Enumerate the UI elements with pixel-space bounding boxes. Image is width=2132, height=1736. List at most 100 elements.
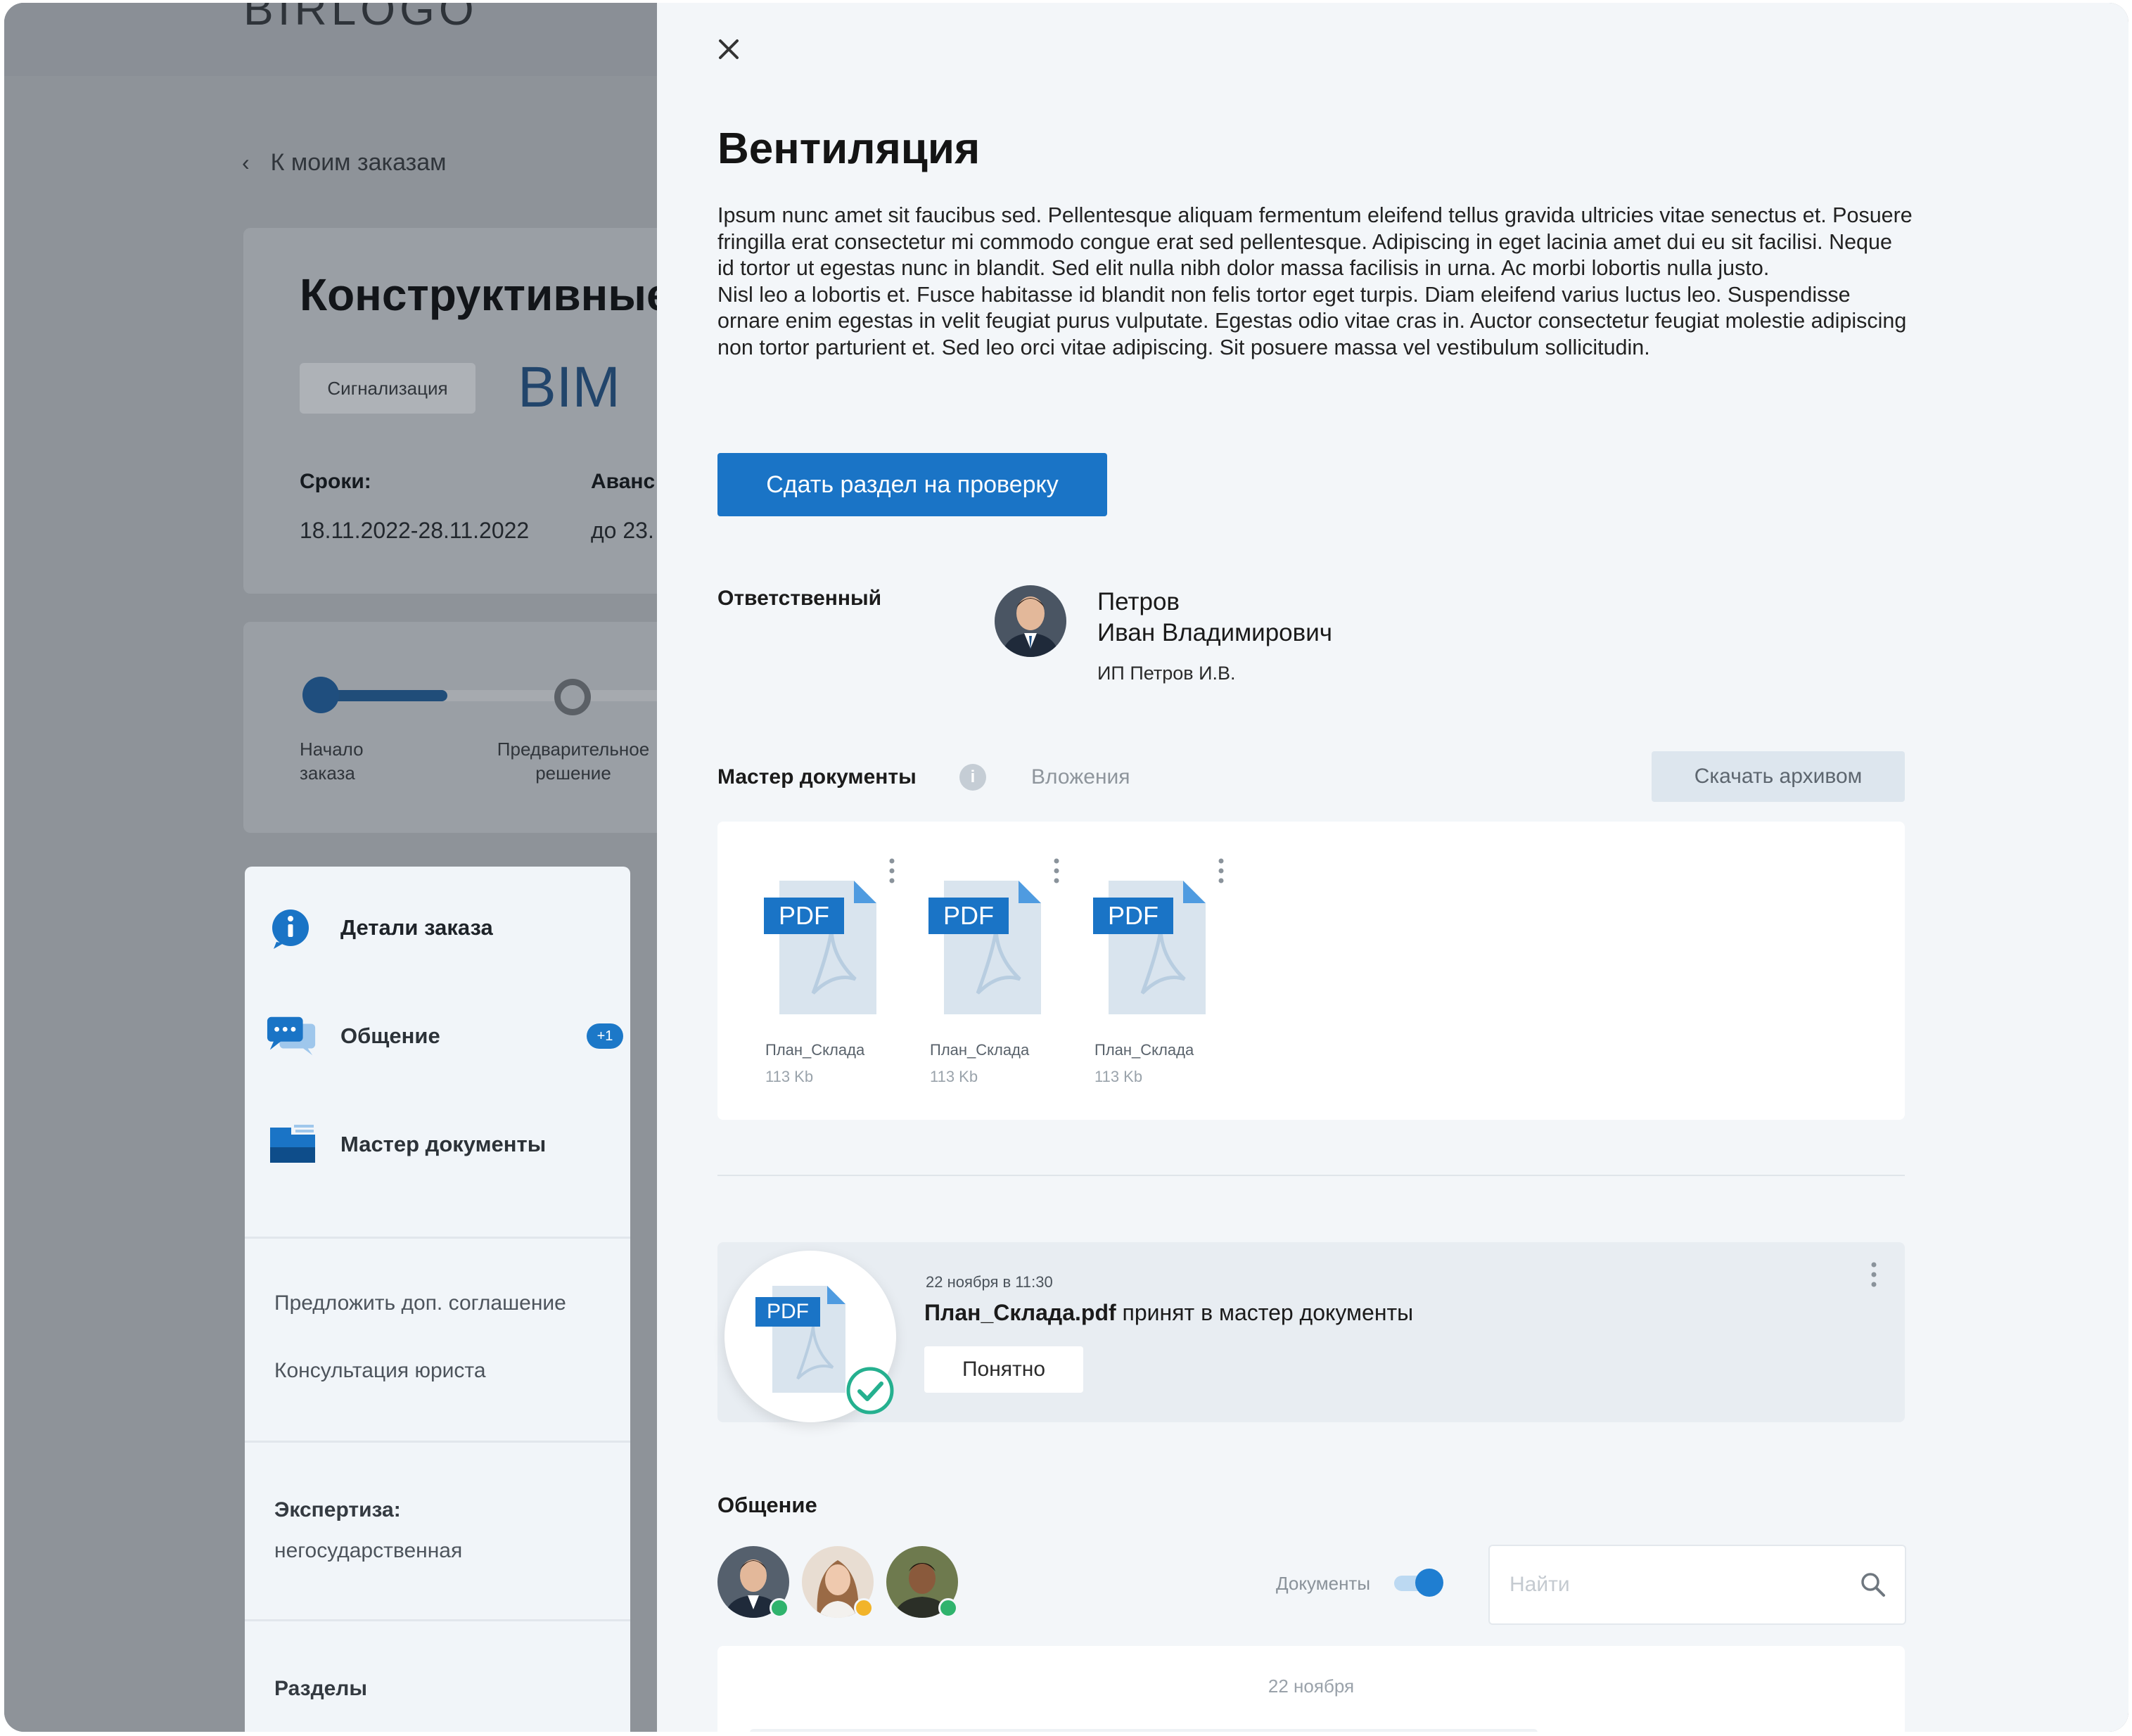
search-input[interactable] [1508, 1567, 1849, 1602]
file-grid: PDF План_Склада 113 Kb PDF План_Склада 1… [717, 822, 1905, 1120]
sidebar-item-label: Мастер документы [340, 1132, 547, 1156]
acknowledge-button[interactable]: Понятно [924, 1346, 1083, 1393]
progress-step-dot-active [302, 677, 339, 713]
download-archive-button[interactable]: Скачать архивом [1652, 751, 1905, 802]
kebab-menu-icon[interactable] [1214, 857, 1228, 885]
terms-label: Сроки: [300, 470, 371, 493]
sidebar-link-extra-agreement[interactable]: Предложить доп. соглашение [274, 1291, 566, 1315]
chat-search [1488, 1545, 1906, 1625]
responsible-name: Петров Иван Владимирович [1097, 587, 1332, 649]
notification-card: PDF 22 ноября в 11:30 План_Склада.pdf пр… [717, 1242, 1905, 1422]
description-paragraph: Ipsum nunc amet sit faucibus sed. Pellen… [717, 203, 1913, 280]
sidebar-link-lawyer[interactable]: Консультация юриста [274, 1359, 486, 1383]
pdf-file-icon: PDF [928, 874, 1051, 1021]
info-icon[interactable]: i [959, 764, 986, 791]
kebab-menu-icon[interactable] [1867, 1260, 1881, 1289]
expertise-label: Экспертиза: [274, 1498, 401, 1521]
online-status-dot [770, 1598, 789, 1618]
progress-card [243, 622, 661, 833]
file-item[interactable]: PDF План_Склада 113 Kb [928, 850, 1069, 1089]
back-link-label: К моим заказам [270, 149, 447, 176]
chat-title: Общение [717, 1493, 817, 1517]
close-icon[interactable] [715, 35, 743, 63]
order-tag: Сигнализация [300, 363, 475, 414]
divider [245, 1441, 630, 1443]
section-detail-panel: Вентиляция Ipsum nunc amet sit faucibus … [657, 3, 2128, 1732]
sidebar-item-master-docs[interactable]: Мастер документы [266, 1113, 546, 1176]
description-paragraph: Nisl leo a lobortis et. Fusce habitasse … [717, 282, 1907, 359]
online-status-dot [938, 1598, 958, 1618]
sections-label[interactable]: Разделы [274, 1677, 367, 1701]
check-icon [846, 1367, 894, 1415]
step-line: Предварительное [497, 739, 650, 760]
docs-tabs: Мастер документы i Вложения Скачать архи… [717, 751, 1905, 802]
sidebar-item-chat[interactable]: Общение +1 [266, 1004, 632, 1068]
pdf-badge: PDF [928, 898, 1009, 934]
bim-label: BIM [518, 355, 620, 419]
away-status-dot [854, 1598, 874, 1618]
progress-step-label: Начало заказа [300, 737, 364, 785]
file-size: 113 Kb [930, 1068, 978, 1085]
progress-step-dot [554, 679, 591, 715]
kebab-menu-icon[interactable] [885, 857, 899, 885]
sidebar-item-label: Детали заказа [340, 915, 493, 940]
background-page: BIRLOGO ‹ К моим заказам Конструктивные С… [4, 3, 661, 1732]
file-size: 113 Kb [765, 1068, 814, 1085]
panel-title: Вентиляция [717, 125, 981, 173]
folder-icon [266, 1118, 318, 1170]
step-line: заказа [300, 762, 355, 784]
back-link[interactable]: ‹ К моим заказам [242, 149, 447, 177]
notification-date: 22 ноября в 11:30 [926, 1273, 1053, 1291]
sidebar-item-label: Общение [340, 1023, 440, 1048]
divider [717, 1175, 1905, 1176]
advance-value: до 23. [591, 518, 654, 543]
submit-for-review-button[interactable]: Сдать раздел на проверку [717, 453, 1107, 516]
responsible-surname: Петров [1097, 588, 1180, 615]
app-window: BIRLOGO ‹ К моим заказам Конструктивные С… [4, 3, 2128, 1732]
docs-toggle-label: Документы [1276, 1573, 1371, 1594]
search-icon[interactable] [1860, 1571, 1887, 1598]
toggle-knob [1415, 1569, 1443, 1597]
expertise-value: негосударственная [274, 1539, 463, 1562]
step-line: Начало [300, 739, 364, 760]
avatar[interactable] [995, 585, 1066, 657]
tab-master-docs[interactable]: Мастер документы [717, 765, 917, 789]
progress-step-label: Предварительное решение [485, 737, 661, 785]
divider [245, 1237, 630, 1239]
sidebar-item-order-details[interactable]: Детали заказа [266, 896, 493, 959]
file-size: 113 Kb [1094, 1068, 1143, 1085]
advance-label: Аванс [591, 470, 656, 493]
terms-value: 18.11.2022-28.11.2022 [300, 518, 530, 543]
chat-feed: 22 ноября [717, 1646, 1905, 1732]
step-line: решение [535, 762, 611, 784]
pdf-badge: PDF [764, 898, 844, 934]
file-item[interactable]: PDF План_Склада 113 Kb [764, 850, 905, 1089]
file-name: План_Склада [930, 1041, 1030, 1059]
pdf-file-icon: PDF [764, 874, 886, 1021]
docs-toggle[interactable] [1394, 1569, 1443, 1597]
notification-file: План_Склада.pdf [924, 1300, 1116, 1325]
info-icon [266, 902, 318, 954]
divider [245, 1619, 630, 1621]
pdf-badge: PDF [1093, 898, 1173, 934]
responsible-org: ИП Петров И.В. [1097, 663, 1236, 684]
pdf-file-icon: PDF [1093, 874, 1215, 1021]
section-description: Ipsum nunc amet sit faucibus sed. Pellen… [717, 203, 1913, 361]
tab-attachments[interactable]: Вложения [1031, 765, 1130, 789]
feed-date-divider: 22 ноября [1268, 1676, 1355, 1697]
kebab-menu-icon[interactable] [1049, 857, 1064, 885]
file-name: План_Склада [1094, 1041, 1194, 1059]
pdf-badge: PDF [755, 1297, 820, 1327]
order-title: Конструктивные [300, 269, 661, 320]
notification-text: План_Склада.pdf принят в мастер документ… [924, 1300, 1413, 1326]
notification-message: принят в мастер документы [1116, 1300, 1414, 1325]
responsible-label: Ответственный [717, 587, 882, 610]
responsible-given-name: Иван Владимирович [1097, 619, 1333, 646]
order-sidebar: Детали заказа Общение +1 Мастер документ… [245, 867, 630, 1732]
chevron-left-icon: ‹ [242, 150, 250, 175]
file-name: План_Склада [765, 1041, 865, 1059]
chat-icon [266, 1010, 318, 1062]
unread-badge: +1 [587, 1023, 623, 1049]
file-item[interactable]: PDF План_Склада 113 Kb [1093, 850, 1234, 1089]
message-placeholder [750, 1729, 1538, 1732]
